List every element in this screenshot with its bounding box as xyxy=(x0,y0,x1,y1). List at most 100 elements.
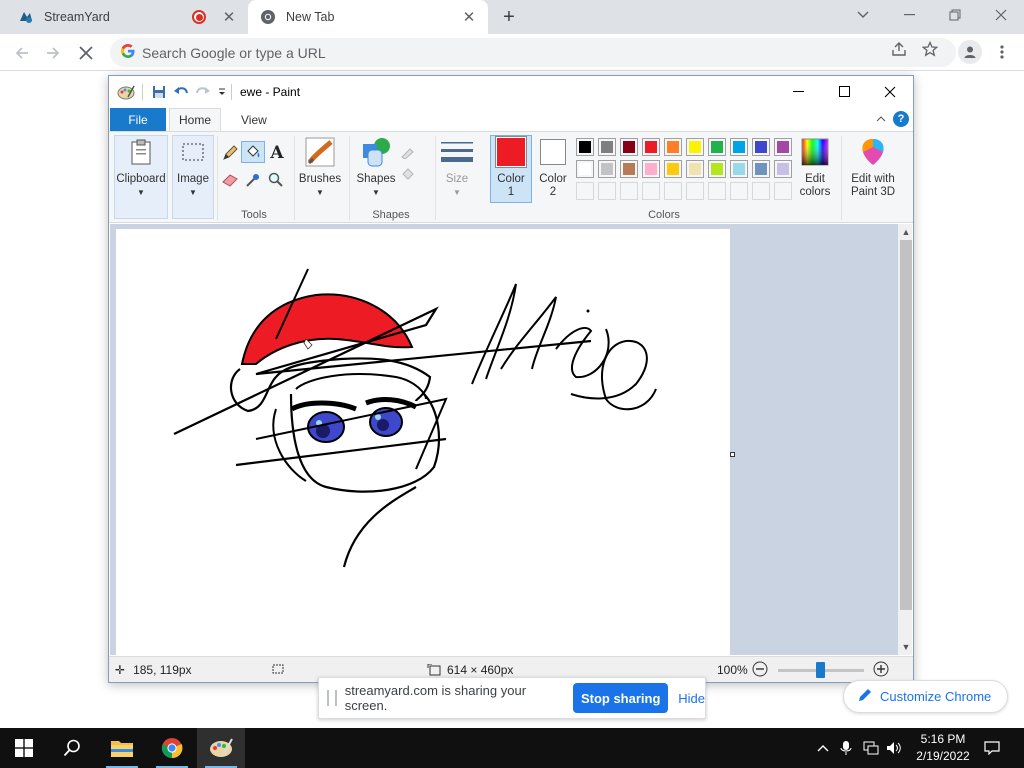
address-bar[interactable] xyxy=(110,38,956,67)
palette-swatch[interactable] xyxy=(642,138,660,156)
drag-handle-icon[interactable] xyxy=(327,690,337,706)
omnibox-input[interactable] xyxy=(142,44,842,61)
palette-swatch[interactable] xyxy=(620,160,638,178)
eraser-icon[interactable] xyxy=(220,170,240,190)
tab-close-icon[interactable]: ✕ xyxy=(220,8,238,26)
palette-swatch[interactable] xyxy=(774,160,792,178)
zoom-out-icon[interactable] xyxy=(752,661,768,677)
forward-arrow-icon[interactable] xyxy=(40,40,66,66)
zoom-in-icon[interactable] xyxy=(873,661,889,677)
palette-swatch[interactable] xyxy=(664,182,682,200)
magnifier-icon[interactable] xyxy=(266,170,286,190)
system-clock[interactable]: 5:16 PM 2/19/2022 xyxy=(912,731,974,765)
palette-swatch[interactable] xyxy=(576,182,594,200)
clipboard-button[interactable]: Clipboard ▼ xyxy=(116,136,166,199)
palette-swatch[interactable] xyxy=(642,160,660,178)
tab-close-icon[interactable]: ✕ xyxy=(460,8,478,26)
palette-swatch[interactable] xyxy=(598,160,616,178)
save-icon[interactable] xyxy=(150,83,168,101)
brushes-button[interactable]: Brushes ▼ xyxy=(298,136,342,199)
paint-taskbar-button[interactable] xyxy=(197,728,245,768)
start-button[interactable] xyxy=(0,728,48,768)
palette-swatch[interactable] xyxy=(686,182,704,200)
pencil-icon[interactable] xyxy=(220,143,240,163)
bookmark-star-icon[interactable] xyxy=(921,40,939,58)
color2-button[interactable]: Color 2 xyxy=(533,136,573,199)
vertical-scrollbar[interactable]: ▲ ▼ xyxy=(898,224,912,655)
drawing-canvas[interactable] xyxy=(116,229,730,655)
tab-new-tab[interactable]: New Tab ✕ xyxy=(248,0,488,34)
color-picker-icon[interactable] xyxy=(243,170,263,190)
palette-swatch[interactable] xyxy=(664,138,682,156)
minimize-button[interactable] xyxy=(886,0,932,30)
palette-swatch[interactable] xyxy=(576,160,594,178)
stop-sharing-button[interactable]: Stop sharing xyxy=(573,683,669,713)
palette-swatch[interactable] xyxy=(708,160,726,178)
new-tab-button[interactable]: + xyxy=(498,6,520,28)
outline-icon[interactable] xyxy=(399,142,419,162)
chrome-taskbar-button[interactable] xyxy=(148,728,196,768)
undo-icon[interactable] xyxy=(172,83,190,101)
palette-swatch[interactable] xyxy=(752,138,770,156)
palette-swatch[interactable] xyxy=(708,138,726,156)
palette-swatch[interactable] xyxy=(576,138,594,156)
palette-swatch[interactable] xyxy=(686,160,704,178)
search-button[interactable] xyxy=(48,728,96,768)
zoom-slider-thumb[interactable] xyxy=(816,662,825,678)
customize-quick-access-icon[interactable] xyxy=(213,83,231,101)
paint-close-button[interactable] xyxy=(867,76,913,107)
scroll-up-arrow-icon[interactable]: ▲ xyxy=(898,224,912,240)
palette-swatch[interactable] xyxy=(752,182,770,200)
tab-search-chevron-icon[interactable] xyxy=(840,0,886,30)
canvas-resize-handle[interactable] xyxy=(730,452,735,457)
palette-swatch[interactable] xyxy=(774,138,792,156)
fill-bucket-icon[interactable] xyxy=(241,141,265,163)
size-button[interactable]: Size ▼ xyxy=(439,136,475,199)
tab-home[interactable]: Home xyxy=(169,108,221,131)
shapes-button[interactable]: Shapes ▼ xyxy=(354,136,398,199)
palette-swatch[interactable] xyxy=(642,182,660,200)
customize-chrome-button[interactable]: Customize Chrome xyxy=(843,680,1008,713)
palette-swatch[interactable] xyxy=(620,138,638,156)
palette-swatch[interactable] xyxy=(708,182,726,200)
edit-colors-button[interactable]: Edit colors xyxy=(794,136,836,199)
volume-icon[interactable] xyxy=(884,738,904,758)
paint-maximize-button[interactable] xyxy=(821,76,867,107)
redo-icon[interactable] xyxy=(194,83,212,101)
scroll-down-arrow-icon[interactable]: ▼ xyxy=(898,639,912,655)
tab-streamyard[interactable]: StreamYard ✕ xyxy=(0,0,248,34)
show-hidden-icons-chevron-icon[interactable] xyxy=(813,738,833,758)
color1-button[interactable]: Color 1 xyxy=(491,136,531,199)
hide-button[interactable]: Hide xyxy=(678,691,705,706)
close-window-button[interactable] xyxy=(978,0,1024,30)
edit-with-paint3d-button[interactable]: Edit with Paint 3D xyxy=(845,136,901,199)
palette-swatch[interactable] xyxy=(774,182,792,200)
palette-swatch[interactable] xyxy=(620,182,638,200)
chrome-menu-icon[interactable] xyxy=(992,40,1012,64)
palette-swatch[interactable] xyxy=(664,160,682,178)
image-button[interactable]: Image ▼ xyxy=(173,136,213,199)
microphone-icon[interactable] xyxy=(836,738,856,758)
paint-app-icon[interactable] xyxy=(117,83,135,101)
network-icon[interactable] xyxy=(861,738,881,758)
paint-minimize-button[interactable] xyxy=(775,76,821,107)
file-explorer-button[interactable] xyxy=(98,728,146,768)
palette-swatch[interactable] xyxy=(730,138,748,156)
palette-swatch[interactable] xyxy=(730,182,748,200)
palette-swatch[interactable] xyxy=(686,138,704,156)
palette-swatch[interactable] xyxy=(730,160,748,178)
scroll-thumb[interactable] xyxy=(900,240,912,610)
back-arrow-icon[interactable] xyxy=(9,40,35,66)
palette-swatch[interactable] xyxy=(598,182,616,200)
palette-swatch[interactable] xyxy=(598,138,616,156)
minimize-ribbon-chevron-icon[interactable] xyxy=(873,111,889,127)
palette-swatch[interactable] xyxy=(752,160,770,178)
profile-avatar-icon[interactable] xyxy=(958,40,982,64)
notifications-icon[interactable] xyxy=(982,738,1002,758)
tab-view[interactable]: View xyxy=(227,108,281,131)
fill-icon[interactable] xyxy=(399,164,419,184)
restore-button[interactable] xyxy=(932,0,978,30)
stop-loading-icon[interactable] xyxy=(73,40,99,66)
tab-file[interactable]: File xyxy=(110,108,166,131)
help-icon[interactable]: ? xyxy=(893,111,909,127)
